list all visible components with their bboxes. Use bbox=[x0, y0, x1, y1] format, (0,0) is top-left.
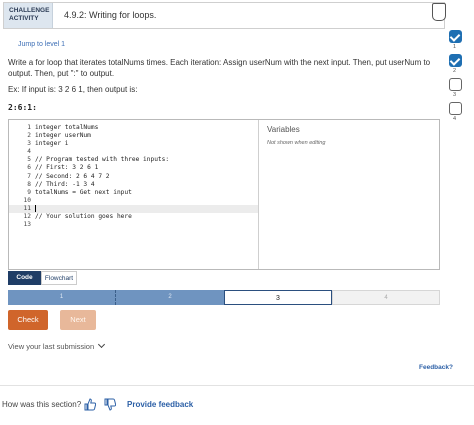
code-text: totalNums = Get next input bbox=[35, 188, 132, 196]
code-line[interactable]: 7 // Second: 2 6 4 7 2 bbox=[9, 173, 258, 181]
badge-line-2: ACTIVITY bbox=[9, 15, 39, 22]
view-last-submission-label: View your last submission bbox=[8, 342, 95, 351]
code-line[interactable]: 3 integer i bbox=[9, 140, 258, 148]
divider bbox=[0, 385, 474, 386]
variables-note: Not shown when editing bbox=[267, 140, 326, 146]
code-line[interactable]: 13 bbox=[9, 221, 258, 229]
code-text: // Second: 2 6 4 7 2 bbox=[35, 172, 110, 180]
level-1-label: 1 bbox=[453, 44, 457, 50]
check-button[interactable]: Check bbox=[8, 310, 48, 330]
level-2-label: 2 bbox=[453, 68, 457, 74]
code-text: integer totalNums bbox=[35, 124, 99, 131]
progress-segment-2[interactable]: 2 bbox=[116, 290, 224, 305]
line-number: 6 bbox=[27, 164, 31, 172]
activity-header: CHALLENGE ACTIVITY 4.9.2: Writing for lo… bbox=[3, 2, 445, 29]
feedback-link[interactable]: Feedback? bbox=[419, 364, 453, 371]
badge-line-1: CHALLENGE bbox=[9, 7, 50, 14]
example-text: Ex: If input is: 3 2 6 1, then output is… bbox=[8, 85, 138, 94]
progress-segment-4: 4 bbox=[332, 290, 440, 305]
code-line[interactable]: 10 bbox=[9, 197, 258, 205]
code-line[interactable]: 2 integer userNum bbox=[9, 132, 258, 140]
code-line[interactable]: 11 bbox=[9, 204, 258, 214]
line-number: 12 bbox=[23, 213, 31, 221]
code-line[interactable]: 1 integer totalNums bbox=[9, 124, 258, 132]
line-number: 4 bbox=[27, 148, 31, 156]
progress-segment-3[interactable]: 3 bbox=[224, 290, 332, 305]
level-3-label: 3 bbox=[453, 92, 457, 98]
line-number: 8 bbox=[27, 180, 31, 188]
code-text: // First: 3 2 6 1 bbox=[35, 164, 99, 172]
activity-title: 4.9.2: Writing for loops. bbox=[64, 10, 157, 20]
line-number: 3 bbox=[27, 140, 31, 148]
level-1-checkbox[interactable] bbox=[449, 30, 462, 43]
level-4-checkbox[interactable] bbox=[449, 102, 462, 115]
thumbs-up-icon[interactable] bbox=[84, 398, 96, 411]
problem-description: Write a for loop that iterates totalNums… bbox=[8, 58, 431, 78]
text-cursor bbox=[35, 204, 36, 212]
code-line[interactable]: 8 // Third: -1 3 4 bbox=[9, 181, 258, 189]
rating-question: How was this section? bbox=[2, 400, 82, 409]
level-progress-bar: 1 2 3 4 bbox=[8, 290, 440, 305]
level-2-checkbox[interactable] bbox=[449, 54, 462, 67]
expected-output: 2:6:1: bbox=[8, 103, 37, 112]
line-number: 9 bbox=[27, 188, 31, 196]
code-text: integer userNum bbox=[35, 132, 91, 140]
next-button[interactable]: Next bbox=[60, 310, 96, 330]
code-line[interactable]: 5 // Program tested with three inputs: bbox=[9, 156, 258, 164]
thumbs-down-icon[interactable] bbox=[104, 398, 116, 411]
code-line[interactable]: 4 bbox=[9, 148, 258, 156]
bookmark-icon[interactable] bbox=[432, 3, 446, 21]
progress-segment-1[interactable]: 1 bbox=[8, 290, 116, 305]
line-number: 7 bbox=[27, 172, 31, 180]
line-number: 2 bbox=[27, 132, 31, 140]
chevron-down-icon bbox=[98, 340, 106, 349]
line-number: 5 bbox=[27, 156, 31, 164]
code-line[interactable]: 9 totalNums = Get next input bbox=[9, 189, 258, 197]
variables-title: Variables bbox=[267, 125, 300, 134]
editor-panel: 1 integer totalNums 2 integer userNum 3 integ… bbox=[8, 119, 440, 270]
tab-flowchart[interactable]: Flowchart bbox=[41, 271, 77, 285]
code-line[interactable]: 6 // First: 3 2 6 1 bbox=[9, 164, 258, 172]
challenge-activity-badge: CHALLENGE ACTIVITY bbox=[4, 3, 53, 28]
provide-feedback-link[interactable]: Provide feedback bbox=[127, 400, 193, 409]
code-text: // Program tested with three inputs: bbox=[35, 156, 170, 164]
line-number: 13 bbox=[23, 221, 31, 229]
line-number: 1 bbox=[27, 124, 31, 131]
level-4-label: 4 bbox=[453, 116, 457, 122]
tab-code[interactable]: Code bbox=[8, 271, 41, 285]
code-text: // Your solution goes here bbox=[35, 213, 132, 221]
code-text: // Third: -1 3 4 bbox=[35, 180, 95, 188]
jump-to-level-link[interactable]: Jump to level 1 bbox=[18, 41, 65, 48]
level-3-checkbox[interactable] bbox=[449, 78, 462, 91]
code-line[interactable]: 12 // Your solution goes here bbox=[9, 213, 258, 221]
code-text: integer i bbox=[35, 140, 69, 148]
view-last-submission[interactable]: View your last submission bbox=[8, 340, 106, 351]
line-number: 10 bbox=[23, 196, 31, 204]
code-editor[interactable]: 1 integer totalNums 2 integer userNum 3 integ… bbox=[9, 120, 259, 269]
